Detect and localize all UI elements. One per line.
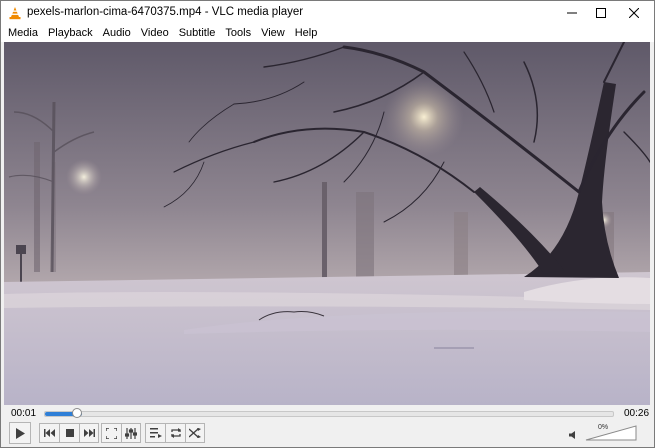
play-icon	[16, 427, 25, 439]
volume-slider[interactable]	[585, 425, 637, 441]
fullscreen-button[interactable]	[101, 423, 121, 443]
loop-button[interactable]	[165, 423, 185, 443]
close-button[interactable]	[619, 1, 649, 25]
stop-button[interactable]	[59, 423, 79, 443]
minimize-icon	[567, 12, 577, 14]
menu-bar: Media Playback Audio Video Subtitle Tools View…	[1, 25, 654, 42]
previous-button[interactable]	[39, 423, 59, 443]
control-bar: 0%	[1, 422, 654, 447]
speaker-icon[interactable]	[569, 431, 578, 439]
extended-settings-button[interactable]	[121, 423, 141, 443]
menu-video[interactable]: Video	[136, 25, 174, 42]
title-bar: pexels-marlon-cima-6470375.mp4 - VLC med…	[1, 1, 654, 25]
time-elapsed: 00:01	[11, 408, 37, 419]
loop-icon	[170, 428, 181, 438]
playlist-icon	[149, 428, 162, 438]
maximize-icon	[596, 8, 606, 18]
next-button[interactable]	[79, 423, 99, 443]
stop-icon	[65, 429, 74, 437]
playlist-group	[145, 423, 205, 443]
window-title: pexels-marlon-cima-6470375.mp4 - VLC med…	[27, 6, 304, 18]
menu-tools[interactable]: Tools	[220, 25, 256, 42]
menu-view[interactable]: View	[256, 25, 290, 42]
previous-icon	[44, 429, 55, 437]
menu-media[interactable]: Media	[1, 25, 43, 42]
menu-subtitle[interactable]: Subtitle	[174, 25, 221, 42]
seek-row: 00:01 00:26	[1, 405, 654, 422]
maximize-button[interactable]	[586, 1, 616, 25]
video-frame	[4, 42, 650, 405]
video-display[interactable]	[4, 42, 650, 405]
fullscreen-icon	[106, 427, 117, 439]
menu-help[interactable]: Help	[290, 25, 323, 42]
vlc-cone-icon	[9, 7, 21, 20]
transport-group	[39, 423, 99, 443]
shuffle-button[interactable]	[185, 423, 205, 443]
playlist-button[interactable]	[145, 423, 165, 443]
minimize-button[interactable]	[557, 1, 587, 25]
next-icon	[83, 429, 95, 437]
close-icon	[629, 8, 639, 18]
menu-audio[interactable]: Audio	[98, 25, 136, 42]
extended-settings-icon	[125, 427, 137, 439]
time-total: 00:26	[624, 408, 650, 419]
seek-bar[interactable]	[44, 411, 614, 417]
shuffle-icon	[189, 428, 201, 438]
menu-playback[interactable]: Playback	[43, 25, 98, 42]
play-button[interactable]	[9, 422, 31, 444]
view-group	[101, 423, 141, 443]
vlc-window: pexels-marlon-cima-6470375.mp4 - VLC med…	[0, 0, 655, 448]
seek-handle[interactable]	[72, 408, 82, 418]
